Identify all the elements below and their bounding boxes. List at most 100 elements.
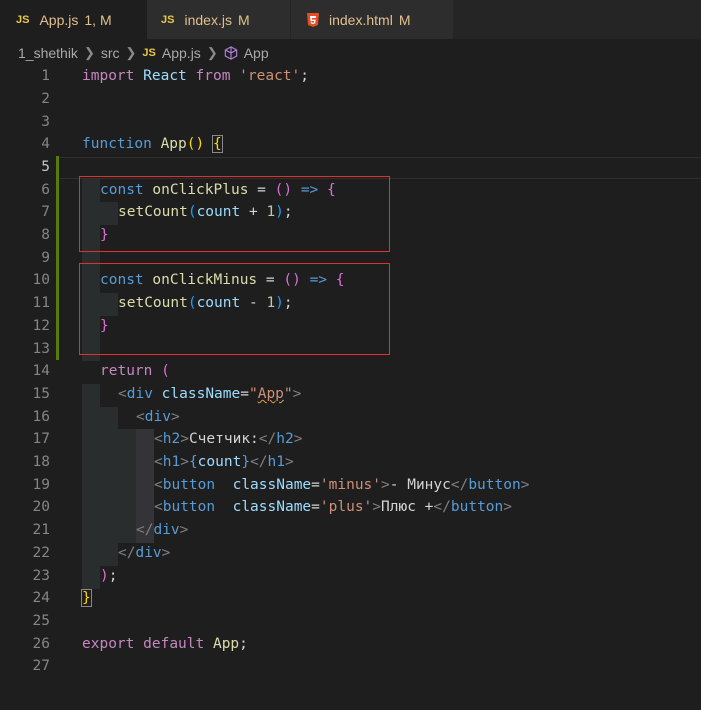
line-number: 26 <box>32 636 50 652</box>
token-tag-bracket: </ <box>450 477 469 493</box>
line-number: 19 <box>32 477 50 493</box>
git-modified-indicator <box>56 156 59 360</box>
token-paren: ) <box>275 295 284 311</box>
tab-label: App.js <box>39 11 79 28</box>
token-brace: } <box>100 318 109 334</box>
code-editor[interactable]: 1 2 3 4 5 6 7 8 9 10 11 12 13 14 15 16 1… <box>0 67 701 710</box>
token-attribute: className <box>232 477 312 493</box>
line-number: 22 <box>32 545 50 561</box>
token-tag-bracket: > <box>520 477 530 493</box>
token-tag: h2 <box>162 431 181 447</box>
breadcrumb-folder[interactable]: 1_shethik <box>18 45 78 61</box>
code-line-22: </div> <box>118 542 170 565</box>
token-tag-bracket: > <box>180 454 189 470</box>
token-operator: = <box>240 386 249 402</box>
token-function: setCount <box>118 204 188 220</box>
token-punct: ; <box>283 204 293 220</box>
tab-index-html[interactable]: index.html M <box>291 0 453 39</box>
token-tag-bracket: </ <box>118 545 136 561</box>
code-line-20: <button className='plus'>Плюс +</button> <box>154 496 512 519</box>
html5-icon <box>307 12 319 27</box>
token-paren: ) <box>100 568 109 584</box>
breadcrumb-subfolder[interactable]: src <box>101 45 120 61</box>
code-line-17: <h2>Счетчик:</h2> <box>154 428 302 451</box>
token-brace: } <box>241 454 251 470</box>
token-keyword: function <box>82 136 152 152</box>
tab-status: M <box>398 11 411 28</box>
token-quote: " <box>248 386 258 402</box>
token-tag-bracket: > <box>180 431 189 447</box>
tab-status: 1, M <box>84 11 112 28</box>
tab-label: index.js <box>184 11 232 28</box>
indent-guide <box>118 429 136 543</box>
code-line-15: <div className="App"> <box>118 383 301 406</box>
breadcrumb-file[interactable]: App.js <box>162 45 201 61</box>
token-string: 'plus' <box>319 499 373 515</box>
token-paren: () <box>186 136 205 152</box>
code-line-19: <button className='minus'>- Минус</butto… <box>154 474 529 497</box>
line-number: 7 <box>41 204 50 220</box>
tab-app-js[interactable]: JS App.js 1, M <box>0 0 147 39</box>
code-line-26: export default App; <box>82 633 248 656</box>
token-tag-bracket: < <box>154 477 163 493</box>
token-attribute: className <box>232 499 312 515</box>
line-number: 6 <box>41 182 50 198</box>
line-number: 16 <box>32 409 50 425</box>
token-text: - Минус <box>389 477 451 493</box>
token-string: 'minus' <box>319 477 382 493</box>
token-operator: - <box>240 295 267 311</box>
tab-status: M <box>237 11 250 28</box>
javascript-file-icon: JS <box>161 13 175 26</box>
line-number: 1 <box>41 68 50 84</box>
token-punct: ; <box>108 568 118 584</box>
token-quote: " <box>283 386 293 402</box>
token-arrow: => <box>300 182 319 198</box>
token-tag-bracket: </ <box>433 499 451 515</box>
code-line-24: } <box>81 587 92 610</box>
code-line-11: setCount(count - 1); <box>118 292 293 315</box>
token-paren: ( <box>161 363 170 379</box>
token-operator: = <box>257 272 284 288</box>
token-punct: ; <box>283 295 293 311</box>
tab-label: index.html <box>329 11 393 28</box>
code-line-10: const onClickMinus = () => { <box>100 269 345 292</box>
token-operator: = <box>248 182 275 198</box>
editor-tab-bar: JS App.js 1, M JS index.js M index.html … <box>0 0 701 39</box>
token-brace: { <box>212 135 223 153</box>
token-tag: button <box>450 499 504 515</box>
code-line-8: } <box>100 224 109 247</box>
token-identifier: React <box>143 68 187 84</box>
chevron-right-icon: ❯ <box>206 45 218 60</box>
javascript-file-icon: JS <box>16 13 30 26</box>
cube-icon <box>224 46 237 60</box>
token-tag-bracket: > <box>285 454 294 470</box>
code-line-16: <div> <box>136 406 180 429</box>
breadcrumb-symbol[interactable]: App <box>244 45 269 61</box>
token-variable: count <box>197 454 242 470</box>
tab-index-js[interactable]: JS index.js M <box>147 0 290 39</box>
line-number: 12 <box>32 318 50 334</box>
token-variable: count <box>196 295 241 311</box>
line-number: 23 <box>32 568 50 584</box>
token-keyword: from <box>195 68 231 84</box>
token-function: App <box>160 136 187 152</box>
token-paren: () <box>283 272 301 288</box>
token-tag-bracket: > <box>381 477 390 493</box>
token-brace: } <box>81 589 92 607</box>
token-paren: ( <box>187 295 197 311</box>
token-brace: } <box>100 227 109 243</box>
token-tag: div <box>126 386 153 402</box>
code-line-14: return ( <box>100 360 170 383</box>
line-number: 18 <box>32 454 50 470</box>
line-number: 27 <box>32 658 50 674</box>
token-paren: () <box>274 182 293 198</box>
token-operator: + <box>240 204 267 220</box>
line-number: 11 <box>32 295 50 311</box>
token-tag-bracket: > <box>161 545 171 561</box>
line-number: 5 <box>41 159 50 175</box>
token-tag: div <box>144 409 171 425</box>
code-line-23: ); <box>100 565 117 588</box>
line-number: 2 <box>41 91 50 107</box>
